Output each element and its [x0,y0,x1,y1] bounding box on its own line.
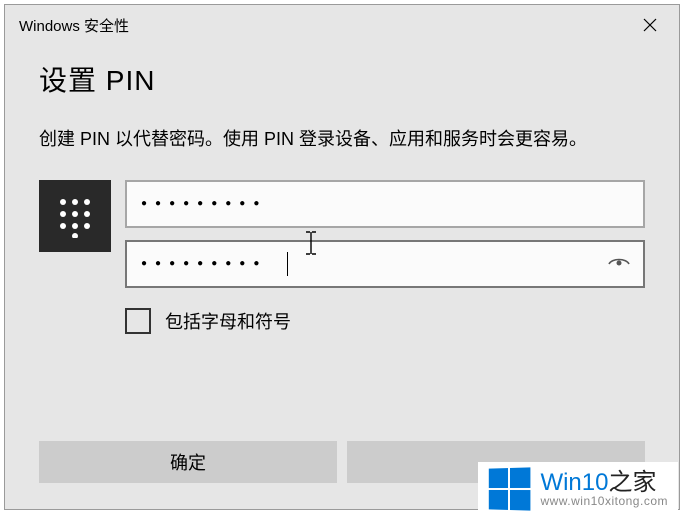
reveal-password-button[interactable] [605,250,633,278]
watermark-text: Win10之家 www.win10xitong.com [540,470,668,508]
watermark-url: www.win10xitong.com [540,495,668,508]
watermark: Win10之家 www.win10xitong.com [478,462,678,516]
dialog-heading: 设置 PIN [39,59,645,99]
titlebar-text: Windows 安全性 [19,15,129,36]
close-icon [643,18,657,32]
dialog-content: 设置 PIN 创建 PIN 以代替密码。使用 PIN 登录设备、应用和服务时会更… [5,45,679,334]
new-pin-wrap: ●●●●●●●●● [125,180,645,228]
checkbox-box [125,308,151,334]
pin-fields: ●●●●●●●●● ●●●●●●●●● [125,180,645,334]
dialog-description: 创建 PIN 以代替密码。使用 PIN 登录设备、应用和服务时会更容易。 [39,125,645,154]
windows-security-dialog: Windows 安全性 设置 PIN 创建 PIN 以代替密码。使用 PIN 登… [4,4,680,510]
ok-button[interactable]: 确定 [39,441,337,483]
close-button[interactable] [627,9,673,41]
keypad-icon [39,180,111,252]
include-symbols-checkbox[interactable]: 包括字母和符号 [125,308,645,334]
new-pin-input[interactable] [125,180,645,228]
windows-logo-icon [489,467,531,510]
titlebar: Windows 安全性 [5,5,679,45]
eye-icon [607,252,631,276]
confirm-pin-wrap: ●●●●●●●●● [125,240,645,288]
watermark-brand: Win10之家 [540,470,668,495]
pin-form: ●●●●●●●●● ●●●●●●●●● [39,180,645,334]
checkbox-label: 包括字母和符号 [165,308,291,334]
confirm-pin-input[interactable] [125,240,645,288]
text-caret [287,252,288,276]
